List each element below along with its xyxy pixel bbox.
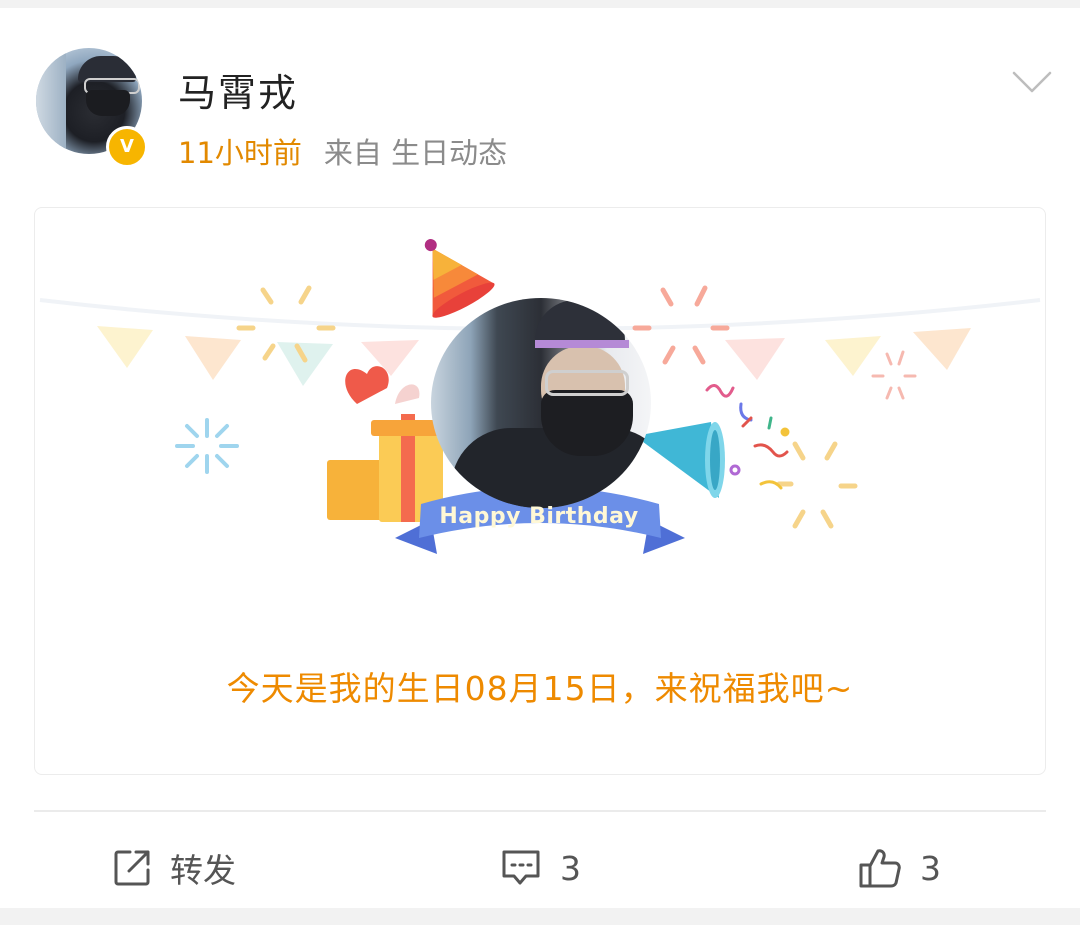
author-name[interactable]: 马霄戎 [178,62,298,117]
ribbon-text: Happy Birthday [439,504,639,529]
repost-button[interactable]: 转发 [112,840,236,896]
thumbs-up-icon [859,849,901,888]
sparkle-yellow-right [776,441,858,529]
verified-badge-icon: V [106,126,148,168]
sparkle-blue-left [175,418,239,474]
bunting-flag [185,336,241,380]
divider [34,810,1046,812]
post-source[interactable]: 来自 生日动态 [324,136,507,170]
post-meta: 11小时前 来自 生日动态 [178,130,507,172]
comment-count: 3 [560,848,581,888]
gift-box [327,366,447,522]
bunting-flag [913,328,971,370]
birthday-message: 今天是我的生日08月15日，来祝福我吧~ [226,669,854,708]
like-count: 3 [920,848,941,888]
birthday-avatar-photo [431,298,651,508]
chevron-down-icon[interactable] [1012,70,1052,94]
avatar-window-background [36,48,66,154]
like-button[interactable]: 3 [858,840,941,896]
avatar-mask [86,90,130,116]
photo-cap-band [535,340,629,348]
photo-mask [541,390,633,456]
photo-glasses [545,370,629,396]
comment-button[interactable]: 3 [500,840,581,896]
bunting-flag [825,336,881,376]
sparkle-pink-right [871,350,917,400]
birthday-card[interactable]: Happy Birthday 今天是我的生日08月15日，来祝福我吧~ [34,207,1046,775]
repost-label: 转发 [170,851,236,890]
bunting-flag [725,338,785,380]
party-hat [424,239,495,318]
bunting-flag [97,326,153,368]
share-icon [114,850,150,886]
weibo-post-card: V 马霄戎 11小时前 来自 生日动态 Happy Birthday 今天是我的… [0,8,1080,908]
comment-icon [502,850,540,885]
post-time: 11小时前 [178,136,302,170]
bunting-flag [277,342,333,386]
